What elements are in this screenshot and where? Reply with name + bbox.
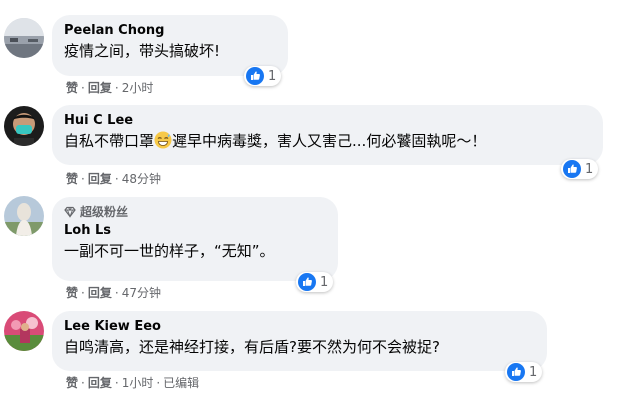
comment-actions: 赞 · 回复 · 47分钟	[66, 286, 161, 300]
grinning-sweat-emoji-icon	[154, 131, 172, 149]
comment-author[interactable]: Peelan Chong	[64, 23, 276, 39]
comment-actions: 赞 · 回复 · 1小时 · 已编辑	[66, 376, 200, 390]
comment-author[interactable]: Loh Ls	[64, 223, 326, 239]
like-button[interactable]: 赞	[66, 81, 78, 95]
avatar[interactable]	[4, 18, 44, 58]
comment-actions: 赞 · 回复 · 48分钟	[66, 172, 161, 186]
comment-actions: 赞 · 回复 · 2小时	[66, 81, 154, 95]
like-button[interactable]: 赞	[66, 376, 78, 390]
like-button[interactable]: 赞	[66, 286, 78, 300]
timestamp[interactable]: 47分钟	[122, 286, 161, 300]
reply-button[interactable]: 回复	[88, 81, 112, 95]
diamond-icon	[64, 206, 76, 218]
top-fan-label: 超级粉丝	[80, 205, 129, 219]
comment-bubble: 超级粉丝 Loh Ls 一副不可一世的样子，“无知”。	[52, 197, 338, 281]
timestamp[interactable]: 1小时	[122, 376, 154, 390]
avatar[interactable]	[4, 106, 44, 146]
comment-text-part-1: 自私不帶口罩	[64, 132, 155, 150]
comment-text: 一副不可一世的样子，“无知”。	[64, 242, 275, 260]
comment-author[interactable]: Hui C Lee	[64, 113, 591, 129]
reaction-count-badge[interactable]: 1	[561, 159, 599, 179]
timestamp[interactable]: 48分钟	[122, 172, 161, 186]
comment-author[interactable]: Lee Kiew Eeo	[64, 319, 535, 335]
reaction-count: 1	[268, 68, 277, 84]
like-button[interactable]: 赞	[66, 172, 78, 186]
edited-label: 已编辑	[163, 376, 200, 390]
reaction-count: 1	[585, 161, 594, 177]
reply-button[interactable]: 回复	[88, 376, 112, 390]
reply-button[interactable]: 回复	[88, 286, 112, 300]
timestamp[interactable]: 2小时	[122, 81, 154, 95]
comment-text: 自鸣清高，还是神经打接，有后盾?要不然为何不会被捉?	[64, 338, 440, 356]
comment-text: 自私不帶口罩 遲早中病毒獎，害人又害己...何必饕固執呢～！	[64, 131, 591, 151]
reaction-count: 1	[320, 274, 329, 290]
like-icon	[507, 363, 525, 381]
reaction-count-badge[interactable]: 1	[244, 66, 282, 86]
reaction-count-badge[interactable]: 1	[296, 272, 334, 292]
top-fan-badge: 超级粉丝	[64, 205, 326, 219]
comment-bubble: Lee Kiew Eeo 自鸣清高，还是神经打接，有后盾?要不然为何不会被捉?	[52, 311, 547, 371]
like-icon	[563, 160, 581, 178]
like-icon	[298, 273, 316, 291]
comment-text-part-2: 遲早中病毒獎，害人又害己...何必饕固執呢～！	[172, 132, 487, 150]
comment-bubble: Hui C Lee 自私不帶口罩 遲早中病毒獎，害人又害己...何必饕固執呢～！	[52, 105, 603, 165]
like-icon	[246, 67, 264, 85]
avatar[interactable]	[4, 196, 44, 236]
avatar[interactable]	[4, 311, 44, 351]
reaction-count-badge[interactable]: 1	[505, 362, 543, 382]
reply-button[interactable]: 回复	[88, 172, 112, 186]
comment-text: 疫情之间，带头搞破坏!	[64, 42, 221, 60]
reaction-count: 1	[529, 364, 538, 380]
